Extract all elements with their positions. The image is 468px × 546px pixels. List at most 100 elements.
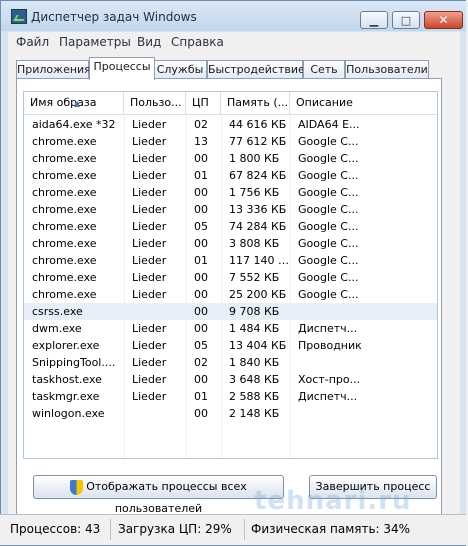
cpu-cell: 00	[194, 237, 208, 250]
process-name-cell: chrome.exe	[32, 220, 97, 233]
memory-cell: 1 756 КБ	[229, 186, 280, 199]
user-cell: Lieder	[132, 186, 167, 199]
process-name-cell: chrome.exe	[32, 254, 97, 267]
process-name-cell: chrome.exe	[32, 203, 97, 216]
status-cpu: Загрузка ЦП: 29%	[118, 522, 232, 536]
memory-cell: 74 284 КБ	[229, 220, 287, 233]
memory-cell: 44 616 КБ	[229, 118, 287, 131]
column-cpu[interactable]: ЦП	[186, 92, 221, 114]
cpu-cell: 05	[194, 339, 208, 352]
status-processes: Процессов: 43	[10, 522, 101, 536]
user-cell: Lieder	[132, 220, 167, 233]
tab-applications[interactable]: Приложения	[16, 60, 91, 79]
memory-cell: 2 588 КБ	[229, 390, 280, 403]
cpu-cell: 02	[194, 118, 208, 131]
user-cell: Lieder	[132, 169, 167, 182]
table-row[interactable]: chrome.exe Lieder 00 25 200 КБ Google C...	[24, 286, 437, 303]
column-memory[interactable]: Память (...	[221, 92, 290, 114]
status-separator	[110, 519, 111, 540]
tab-processes[interactable]: Процессы	[89, 57, 155, 80]
description-cell: Google C...	[298, 288, 359, 301]
cpu-cell: 01	[194, 169, 208, 182]
process-name-cell: taskhost.exe	[32, 373, 102, 386]
table-row[interactable]: chrome.exe Lieder 01 67 824 КБ Google C...	[24, 167, 437, 184]
table-row[interactable]: chrome.exe Lieder 00 3 808 КБ Google C...	[24, 235, 437, 252]
description-cell: Диспетч...	[298, 322, 358, 335]
close-button[interactable]: ✕	[424, 11, 463, 29]
description-cell	[290, 303, 437, 320]
process-name-cell: chrome.exe	[32, 271, 97, 284]
memory-cell: 67 824 КБ	[229, 169, 287, 182]
table-row[interactable]: chrome.exe Lieder 01 117 140 КБ Google C...	[24, 252, 437, 269]
column-description[interactable]: Описание	[290, 92, 437, 114]
table-row[interactable]: explorer.exe Lieder 05 13 404 КБ Проводник	[24, 337, 437, 354]
close-icon: ✕	[438, 13, 449, 27]
description-cell: Проводник	[298, 339, 362, 352]
user-cell: Lieder	[132, 356, 167, 369]
description-cell: Google C...	[298, 220, 359, 233]
minimize-icon: ▁	[369, 13, 379, 27]
process-name-cell: chrome.exe	[32, 152, 97, 165]
cpu-cell: 01	[194, 254, 208, 267]
memory-cell: 1 840 КБ	[229, 356, 280, 369]
title-bar: Диспетчер задач Windows ▁ □ ✕	[1, 1, 467, 31]
minimize-button[interactable]: ▁	[360, 11, 388, 29]
process-list[interactable]: Имя образа ▲ Пользо... ЦП Память (... Оп…	[23, 91, 438, 459]
description-cell: Google C...	[298, 237, 359, 250]
description-cell: Google C...	[298, 271, 359, 284]
window-title: Диспетчер задач Windows	[31, 10, 197, 24]
table-row[interactable]: chrome.exe Lieder 00 13 336 КБ Google C...	[24, 201, 437, 218]
process-name-cell: taskmgr.exe	[32, 390, 100, 403]
description-cell: Google C...	[298, 203, 359, 216]
table-row[interactable]: chrome.exe Lieder 00 7 552 КБ Google C...	[24, 269, 437, 286]
table-row[interactable]: taskmgr.exe Lieder 01 2 588 КБ Диспетч...	[24, 388, 437, 405]
table-row[interactable]: chrome.exe Lieder 05 74 284 КБ Google C...	[24, 218, 437, 235]
table-row[interactable]: chrome.exe Lieder 00 1 756 КБ Google C...	[24, 184, 437, 201]
show-all-processes-button[interactable]: Отображать процессы всех пользователей	[33, 475, 284, 515]
table-row[interactable]: taskhost.exe Lieder 00 3 648 КБ Хост-про...	[24, 371, 437, 388]
table-row[interactable]: SnippingTool.... Lieder 02 1 840 КБ	[24, 354, 437, 371]
description-cell	[290, 354, 437, 371]
memory-cell: 1 800 КБ	[229, 152, 280, 165]
process-name-cell: chrome.exe	[32, 237, 97, 250]
column-user[interactable]: Пользо...	[124, 92, 186, 114]
cpu-cell: 13	[194, 135, 208, 148]
table-row[interactable]: csrss.exe 00 9 708 КБ	[24, 303, 437, 320]
user-cell: Lieder	[132, 135, 167, 148]
user-cell	[124, 303, 186, 320]
sort-ascending-icon: ▲	[74, 99, 81, 108]
table-row[interactable]: chrome.exe Lieder 00 1 800 КБ Google C...	[24, 150, 437, 167]
table-row[interactable]: winlogon.exe 00 2 148 КБ	[24, 405, 437, 422]
process-name-cell: SnippingTool....	[32, 356, 116, 369]
menu-help[interactable]: Справка	[171, 35, 224, 49]
column-image-name[interactable]: Имя образа ▲	[24, 92, 124, 114]
tab-performance[interactable]: Быстродействие	[207, 60, 305, 79]
menu-view[interactable]: Вид	[137, 35, 161, 49]
cpu-cell: 00	[194, 288, 208, 301]
user-cell: Lieder	[132, 339, 167, 352]
table-row[interactable]: chrome.exe Lieder 13 77 612 КБ Google C...	[24, 133, 437, 150]
description-cell: Google C...	[298, 186, 359, 199]
memory-cell: 13 336 КБ	[229, 203, 287, 216]
table-row[interactable]: aida64.exe *32 Lieder 02 44 616 КБ AIDA64 E.…	[24, 116, 437, 133]
tab-services[interactable]: Службы	[153, 60, 207, 79]
status-memory: Физическая память: 34%	[251, 522, 411, 536]
tab-network[interactable]: Сеть	[303, 60, 345, 79]
tab-users[interactable]: Пользователи	[345, 60, 429, 79]
watermark-text: tehnari.ru	[254, 486, 412, 516]
cpu-cell: 00	[194, 152, 208, 165]
memory-cell: 7 552 КБ	[229, 271, 280, 284]
table-row[interactable]: dwm.exe Lieder 00 1 484 КБ Диспетч...	[24, 320, 437, 337]
menu-file[interactable]: Файл	[16, 35, 49, 49]
status-bar: Процессов: 43 Загрузка ЦП: 29% Физическа…	[0, 514, 466, 545]
cpu-cell: 00	[194, 203, 208, 216]
cpu-cell: 00	[194, 186, 208, 199]
maximize-button[interactable]: □	[392, 11, 420, 29]
description-cell: Google C...	[298, 135, 359, 148]
process-name-cell: chrome.exe	[32, 186, 97, 199]
memory-cell: 2 148 КБ	[229, 407, 280, 420]
cpu-cell: 01	[194, 390, 208, 403]
menu-options[interactable]: Параметры	[59, 35, 131, 49]
user-cell: Lieder	[132, 390, 167, 403]
user-cell: Lieder	[132, 322, 167, 335]
